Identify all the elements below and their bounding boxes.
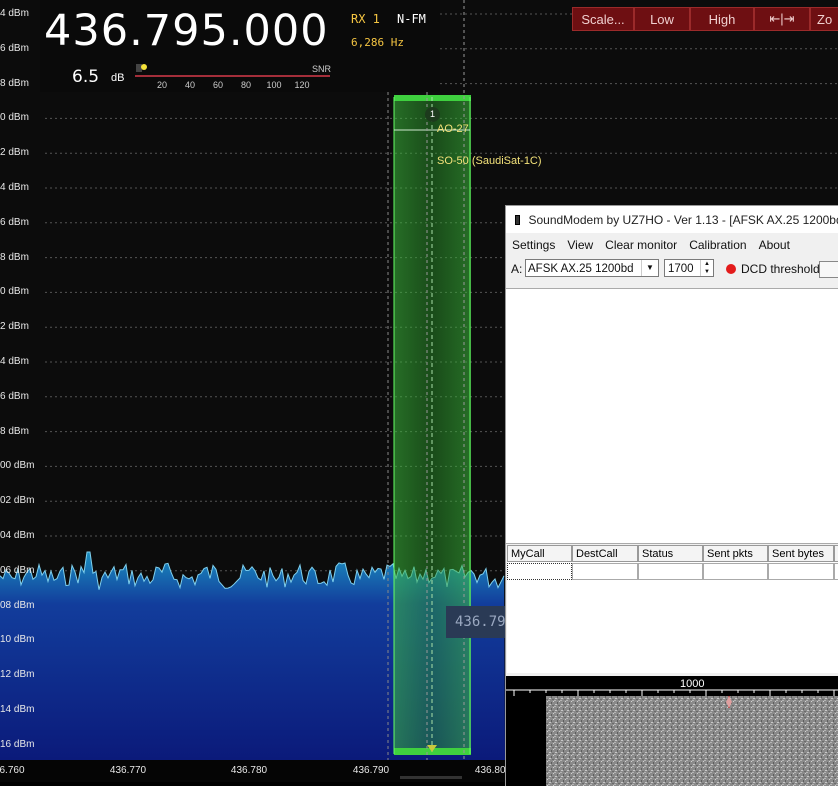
- high-button[interactable]: High: [690, 7, 754, 31]
- scale-button[interactable]: Scale...: [572, 7, 634, 31]
- dbm-axis-label: 08 dBm: [0, 599, 35, 611]
- dbm-axis-label: 8 dBm: [0, 425, 29, 437]
- dbm-axis-label: 16 dBm: [0, 738, 35, 750]
- modem-select-value: AFSK AX.25 1200bd: [528, 263, 634, 275]
- dbm-axis-label: 12 dBm: [0, 669, 35, 681]
- snr-tick: 100: [266, 80, 282, 90]
- table-cell[interactable]: [768, 563, 834, 580]
- chevron-down-icon[interactable]: ▼: [641, 260, 658, 276]
- dbm-axis-label: 8 dBm: [0, 77, 29, 89]
- center-frequency-value: 1700: [668, 263, 694, 275]
- dbm-axis-label: 02 dBm: [0, 495, 35, 507]
- dbm-axis-label: 0 dBm: [0, 112, 29, 124]
- frequency-axis-label: 6.760: [0, 765, 25, 776]
- dcd-led-icon: [726, 264, 736, 274]
- center-frequency-spinner[interactable]: 1700 ▲ ▼: [664, 259, 714, 277]
- snr-tick: 40: [184, 80, 196, 90]
- table-cell[interactable]: [834, 563, 838, 580]
- audio-waterfall[interactable]: 1000: [506, 676, 838, 786]
- column-header[interactable]: Sent bytes: [768, 545, 834, 562]
- snr-unit: dB: [111, 72, 125, 84]
- menu-settings[interactable]: Settings: [506, 238, 561, 252]
- frequency-axis-label: 436.790: [352, 765, 390, 776]
- menu-bar: Settings View Clear monitor Calibration …: [506, 234, 796, 256]
- column-header[interactable]: MyCall: [507, 545, 572, 562]
- waterfall-scale-label: 1000: [680, 678, 705, 690]
- dbm-axis-label: 4 dBm: [0, 182, 29, 193]
- dbm-axis-label: 00 dBm: [0, 460, 35, 472]
- column-header[interactable]: DestCall: [572, 545, 638, 562]
- window-title: SoundModem by UZ7HO - Ver 1.13 - [AFSK A…: [528, 212, 838, 227]
- snr-tick: 20: [156, 80, 168, 90]
- dbm-axis-label: 14 dBm: [0, 704, 35, 715]
- zoom-button[interactable]: Zo: [810, 7, 838, 31]
- window-titlebar[interactable]: SoundModem by UZ7HO - Ver 1.13 - [AFSK A…: [506, 206, 838, 233]
- dcd-threshold-slider[interactable]: [819, 261, 838, 278]
- dbm-axis-label: 6 dBm: [0, 390, 29, 402]
- dbm-axis-label: 8 dBm: [0, 251, 29, 263]
- dbm-axis-label: 0 dBm: [0, 286, 29, 298]
- snr-indicator: [141, 64, 147, 70]
- table-cell[interactable]: [572, 563, 638, 580]
- table-cell[interactable]: [638, 563, 703, 580]
- dbm-axis-label: 6 dBm: [0, 216, 29, 228]
- dbm-axis-label: 4 dBm: [0, 8, 29, 19]
- fit-width-icon: ⇤|⇥: [769, 11, 795, 26]
- menu-calibration[interactable]: Calibration: [683, 238, 752, 252]
- monitor-pane[interactable]: [506, 288, 838, 544]
- connections-table[interactable]: MyCall DestCall Status Sent pkts Sent by…: [507, 545, 838, 673]
- mode-indicator[interactable]: N-FM: [397, 12, 426, 26]
- dbm-axis-label: 06 dBm: [0, 564, 35, 576]
- frequency-axis-label: 436.780: [230, 765, 268, 776]
- modem-toolbar: A: AFSK AX.25 1200bd ▼ 1700 ▲ ▼ DCD thres…: [506, 258, 838, 280]
- dbm-axis-label: 6 dBm: [0, 42, 29, 54]
- snr-tick: 120: [294, 80, 310, 90]
- spinner-arrows-icon[interactable]: ▲ ▼: [700, 260, 713, 276]
- dbm-axis-label: 10 dBm: [0, 634, 35, 646]
- table-cell[interactable]: [507, 563, 572, 580]
- channel-label: A:: [511, 262, 523, 276]
- soundmodem-window[interactable]: SoundModem by UZ7HO - Ver 1.13 - [AFSK A…: [505, 205, 838, 786]
- frequency-axis-label: 436.770: [109, 765, 147, 776]
- fit-width-button[interactable]: ⇤|⇥: [754, 7, 810, 31]
- frequency-hover-readout: 436.79: [446, 606, 506, 638]
- menu-view[interactable]: View: [561, 238, 599, 252]
- vfo-frequency[interactable]: 436.795.000: [44, 6, 329, 56]
- app-icon: [515, 214, 521, 225]
- low-button[interactable]: Low: [634, 7, 690, 31]
- rx-indicator[interactable]: RX 1: [351, 12, 380, 26]
- column-header[interactable]: Sent pkts: [703, 545, 768, 562]
- snr-tick: 60: [212, 80, 224, 90]
- dbm-axis-label: 2 dBm: [0, 321, 29, 333]
- menu-clear-monitor[interactable]: Clear monitor: [599, 238, 683, 252]
- satellite-label[interactable]: AO-27: [437, 123, 469, 135]
- snr-value: 6.5: [72, 67, 100, 87]
- dbm-axis-label: 4 dBm: [0, 356, 29, 367]
- vfo-number-badge[interactable]: 1: [425, 107, 440, 122]
- column-header[interactable]: R: [834, 545, 838, 562]
- menu-about[interactable]: About: [753, 238, 796, 252]
- table-cell[interactable]: [703, 563, 768, 580]
- waterfall-graphic: [506, 689, 838, 786]
- snr-tick: 80: [240, 80, 252, 90]
- dcd-threshold-label: DCD threshold: [741, 262, 820, 276]
- dbm-axis-label: 2 dBm: [0, 147, 29, 159]
- satellite-label[interactable]: SO-50 (SaudiSat-1C): [437, 155, 542, 167]
- snr-label: SNR: [312, 64, 332, 74]
- column-header[interactable]: Status: [638, 545, 703, 562]
- modem-select[interactable]: AFSK AX.25 1200bd ▼: [525, 259, 659, 277]
- offset-readout: 6,286 Hz: [351, 36, 404, 49]
- dbm-axis-label: 04 dBm: [0, 530, 35, 541]
